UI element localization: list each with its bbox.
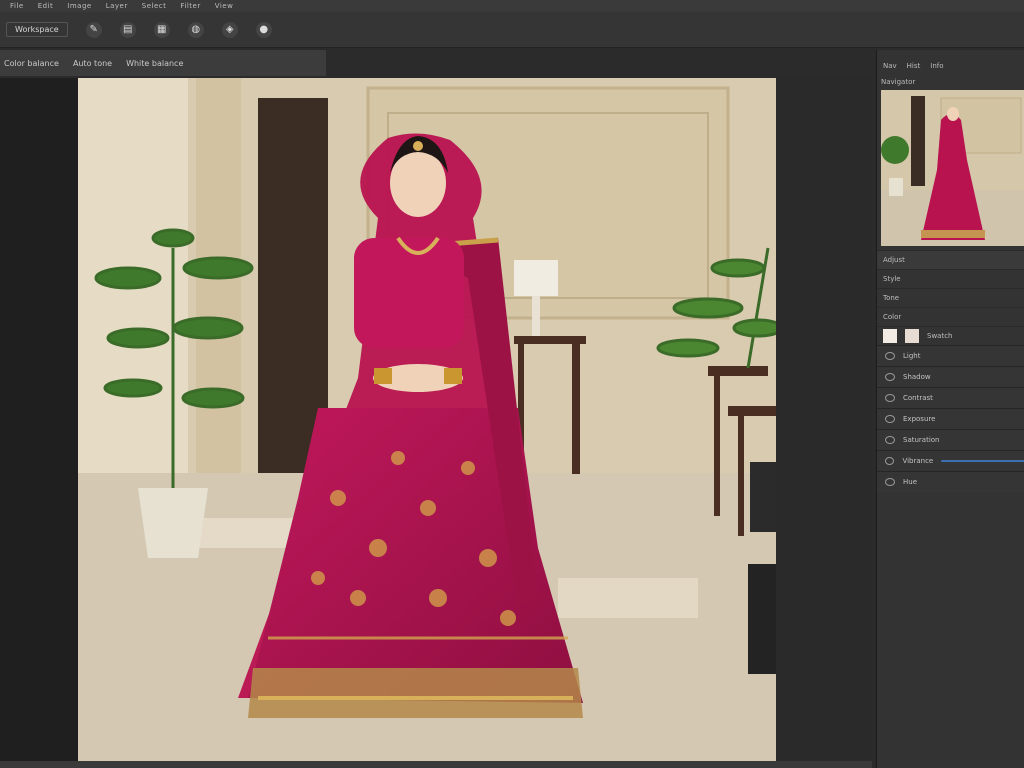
thumbnail-scene (881, 90, 1024, 246)
eye-icon[interactable] (885, 394, 895, 402)
menu-item-3[interactable]: Layer (106, 2, 128, 10)
section-2[interactable]: Tone (877, 288, 1024, 307)
eye-icon[interactable] (885, 415, 895, 423)
panel-tabs: Nav Hist Info (877, 50, 1024, 74)
photo-scene (78, 78, 776, 761)
menu-item-2[interactable]: Image (67, 2, 91, 10)
layer-label: Light (903, 352, 921, 360)
menu-item-5[interactable]: Filter (180, 2, 200, 10)
menu-item-1[interactable]: Edit (38, 2, 54, 10)
layer-row[interactable]: Shadow (877, 366, 1024, 387)
status-bar (0, 761, 872, 768)
eye-icon[interactable] (885, 457, 895, 465)
option-1[interactable]: Auto tone (73, 59, 112, 68)
eye-icon[interactable] (885, 478, 895, 486)
document-photo[interactable] (78, 78, 776, 761)
swatch-light[interactable] (883, 329, 897, 343)
navigator-thumbnail[interactable] (881, 90, 1024, 246)
eye-icon[interactable] (885, 352, 895, 360)
section-0[interactable]: Adjust (877, 250, 1024, 269)
panel-tab-2[interactable]: Info (930, 62, 943, 70)
layer-label: Contrast (903, 394, 933, 402)
workspace-mode[interactable]: Workspace (6, 22, 68, 37)
menu-bar: File Edit Image Layer Select Filter View (0, 0, 1024, 12)
menu-item-0[interactable]: File (10, 2, 24, 10)
options-bar: Color balance Auto tone White balance (0, 50, 326, 76)
canvas-gutter (776, 78, 872, 761)
adjustment-sections: Adjust Style Tone Color (877, 250, 1024, 326)
panel-tab-0[interactable]: Nav (883, 62, 897, 70)
drop-icon[interactable]: ● (255, 21, 272, 38)
layer-label: Hue (903, 478, 918, 486)
option-0[interactable]: Color balance (4, 59, 59, 68)
globe-icon[interactable]: ◍ (187, 21, 204, 38)
menu-item-4[interactable]: Select (142, 2, 167, 10)
shield-icon[interactable]: ◈ (221, 21, 238, 38)
layer-slider[interactable] (941, 460, 1024, 462)
layers-icon[interactable]: ▦ (153, 21, 170, 38)
eye-icon[interactable] (885, 436, 895, 444)
menu-item-6[interactable]: View (215, 2, 234, 10)
eye-icon[interactable] (885, 373, 895, 381)
layer-label: Saturation (903, 436, 940, 444)
layer-row[interactable]: Exposure (877, 408, 1024, 429)
layer-label: Exposure (903, 415, 936, 423)
brush-icon[interactable]: ✎ (85, 21, 102, 38)
layer-label: Vibrance (902, 457, 934, 465)
layer-row[interactable]: Vibrance (877, 450, 1024, 471)
section-3[interactable]: Color (877, 307, 1024, 326)
layers-list: Light Shadow Contrast Exposure Saturation Vib… (877, 345, 1024, 492)
layer-label: Shadow (903, 373, 931, 381)
swatch-label: Swatch (927, 332, 953, 340)
tool-group: ✎ ▤ ▦ ◍ ◈ ● (85, 21, 272, 38)
navigator-title: Navigator (881, 78, 916, 86)
layer-row[interactable]: Light (877, 345, 1024, 366)
section-1[interactable]: Style (877, 269, 1024, 288)
layer-row[interactable]: Hue (877, 471, 1024, 492)
right-panel: Nav Hist Info Navigator Adjust Style Tone Col… (876, 50, 1024, 768)
layer-row[interactable]: Contrast (877, 387, 1024, 408)
swatch-row: Swatch (877, 326, 1024, 345)
swatch-warm[interactable] (905, 329, 919, 343)
layer-row[interactable]: Saturation (877, 429, 1024, 450)
toolbar: Workspace ✎ ▤ ▦ ◍ ◈ ● (0, 12, 1024, 48)
panel-tab-1[interactable]: Hist (907, 62, 921, 70)
option-2[interactable]: White balance (126, 59, 183, 68)
document-icon[interactable]: ▤ (119, 21, 136, 38)
